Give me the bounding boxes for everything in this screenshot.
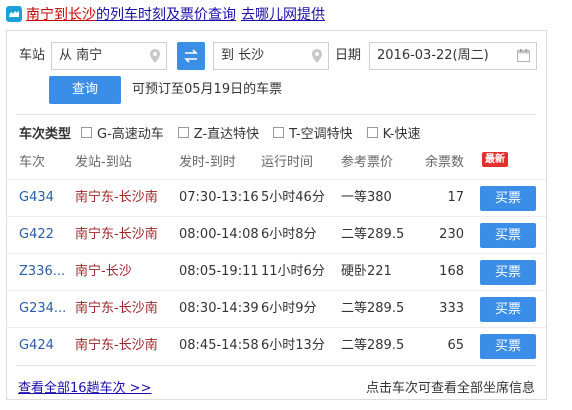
from-station-input[interactable]: 从 南宁 xyxy=(51,42,167,70)
seat-info-hint: 点击车次可查看全部坐席信息 xyxy=(365,381,535,396)
train-code-link[interactable]: G234... xyxy=(19,291,66,327)
train-search-panel: 车站 从 南宁 到 长沙 日期 2016-03-22(周二) 查询 可预订至05… xyxy=(6,30,547,400)
table-row: G434 南宁东-长沙南 07:30-13:16 5小时46分 一等380 17… xyxy=(7,179,546,216)
to-station: 长沙南 xyxy=(118,227,158,242)
table-row: G234... 南宁东-长沙南 08:30-14:39 6小时9分 二等289.… xyxy=(7,290,546,327)
train-type-checkbox-t[interactable]: T-空调特快 xyxy=(273,123,353,142)
time-cell: 07:30-13:16 xyxy=(179,190,259,205)
view-all-trains-link[interactable]: 查看全部16趟车次 >> xyxy=(18,377,151,396)
duration-cell: 6小时9分 xyxy=(261,301,317,316)
to-station: 长沙南 xyxy=(118,301,158,316)
remaining-cell: 17 xyxy=(447,190,464,205)
to-station: 长沙南 xyxy=(118,338,158,353)
checkbox-label: G-高速动车 xyxy=(97,126,164,142)
route-cell: 南宁东-长沙南 xyxy=(75,180,158,216)
title-route-link[interactable]: 南宁到长沙 xyxy=(26,4,96,24)
swap-arrows-icon xyxy=(184,49,198,63)
from-station: 南宁东 xyxy=(75,338,115,353)
station-label: 车站 xyxy=(19,48,46,63)
train-type-label: 车次类型 xyxy=(19,126,72,142)
route-cell: 南宁东-长沙南 xyxy=(75,328,158,364)
query-button[interactable]: 查询 xyxy=(49,76,121,104)
train-code-link[interactable]: G422 xyxy=(19,217,54,253)
date-value: 2016-03-22(周二) xyxy=(377,48,489,63)
camel-logo-icon xyxy=(6,6,22,22)
checkbox-box[interactable] xyxy=(81,126,93,138)
price-cell: 二等289.5 xyxy=(341,301,405,316)
from-station-value: 从 南宁 xyxy=(59,48,103,63)
table-row: G424 南宁东-长沙南 08:45-14:58 6小时13分 二等289.5 … xyxy=(7,327,546,364)
divider xyxy=(17,365,536,366)
duration-cell: 11小时6分 xyxy=(261,264,325,279)
divider xyxy=(17,114,536,115)
header-times: 发时-到时 xyxy=(179,155,236,170)
calendar-icon xyxy=(517,49,530,62)
checkbox-box[interactable] xyxy=(273,126,285,138)
header-train-code: 车次 xyxy=(19,155,46,170)
header-remaining: 余票数 xyxy=(425,155,465,170)
from-station: 南宁东 xyxy=(75,301,115,316)
train-type-filter: 车次类型 G-高速动车 Z-直达特快 T-空调特快 K-快速 xyxy=(19,123,434,142)
swap-stations-button[interactable] xyxy=(177,42,205,70)
buy-ticket-button[interactable]: 买票 xyxy=(480,334,536,359)
train-code-link[interactable]: Z336... xyxy=(19,254,65,290)
train-type-checkbox-z[interactable]: Z-直达特快 xyxy=(177,123,260,142)
remaining-cell: 333 xyxy=(439,301,464,316)
train-code-link[interactable]: G424 xyxy=(19,328,54,364)
to-station-value: 到 长沙 xyxy=(221,48,265,63)
checkbox-box[interactable] xyxy=(177,126,189,138)
duration-cell: 5小时46分 xyxy=(261,190,325,205)
search-row: 车站 从 南宁 到 长沙 日期 2016-03-22(周二) xyxy=(7,42,546,70)
remaining-cell: 65 xyxy=(447,338,464,353)
from-station: 南宁东 xyxy=(75,227,115,242)
checkbox-label: Z-直达特快 xyxy=(193,126,260,142)
page-title: 南宁到长沙 的列车时刻及票价查询 去哪儿网提供 xyxy=(6,2,325,26)
buy-ticket-button[interactable]: 买票 xyxy=(480,186,536,211)
header-stations: 发站-到站 xyxy=(75,155,132,170)
route-cell: 南宁-长沙 xyxy=(75,254,132,290)
route-cell: 南宁东-长沙南 xyxy=(75,217,158,253)
duration-cell: 6小时8分 xyxy=(261,227,317,242)
date-input[interactable]: 2016-03-22(周二) xyxy=(369,42,537,70)
checkbox-box[interactable] xyxy=(366,126,378,138)
presale-note: 可预订至05月19日的车票 xyxy=(132,82,283,97)
price-cell: 二等289.5 xyxy=(341,227,405,242)
duration-cell: 6小时13分 xyxy=(261,338,325,353)
title-query-link[interactable]: 的列车时刻及票价查询 xyxy=(96,4,236,24)
remaining-cell: 230 xyxy=(439,227,464,242)
table-row: G422 南宁东-长沙南 08:00-14:08 6小时8分 二等289.5 2… xyxy=(7,216,546,253)
price-cell: 二等289.5 xyxy=(341,338,405,353)
train-type-checkbox-k[interactable]: K-快速 xyxy=(366,123,421,142)
checkbox-label: T-空调特快 xyxy=(289,126,353,142)
train-type-checkbox-g[interactable]: G-高速动车 xyxy=(81,123,164,142)
from-station: 南宁东 xyxy=(75,190,115,205)
route-cell: 南宁东-长沙南 xyxy=(75,291,158,327)
buy-ticket-button[interactable]: 买票 xyxy=(480,297,536,322)
new-badge: 最新 xyxy=(482,152,508,167)
header-price: 参考票价 xyxy=(341,155,394,170)
train-code-link[interactable]: G434 xyxy=(19,180,54,216)
price-cell: 一等380 xyxy=(341,190,392,205)
time-cell: 08:05-19:11 xyxy=(179,264,259,279)
time-cell: 08:00-14:08 xyxy=(179,227,259,242)
remaining-cell: 168 xyxy=(439,264,464,279)
price-cell: 硬卧221 xyxy=(341,264,392,279)
table-row: Z336... 南宁-长沙 08:05-19:11 11小时6分 硬卧221 1… xyxy=(7,253,546,290)
date-label: 日期 xyxy=(335,48,362,63)
buy-ticket-button[interactable]: 买票 xyxy=(480,223,536,248)
title-provider-link[interactable]: 去哪儿网提供 xyxy=(241,4,325,24)
to-station: 长沙南 xyxy=(118,190,158,205)
to-station: 长沙 xyxy=(105,264,132,279)
location-pin-icon xyxy=(150,49,160,63)
time-cell: 08:45-14:58 xyxy=(179,338,259,353)
from-station: 南宁 xyxy=(75,264,102,279)
header-duration: 运行时间 xyxy=(261,155,314,170)
location-pin-icon xyxy=(312,49,322,63)
checkbox-label: K-快速 xyxy=(382,126,421,142)
buy-ticket-button[interactable]: 买票 xyxy=(480,260,536,285)
time-cell: 08:30-14:39 xyxy=(179,301,259,316)
to-station-input[interactable]: 到 长沙 xyxy=(213,42,329,70)
